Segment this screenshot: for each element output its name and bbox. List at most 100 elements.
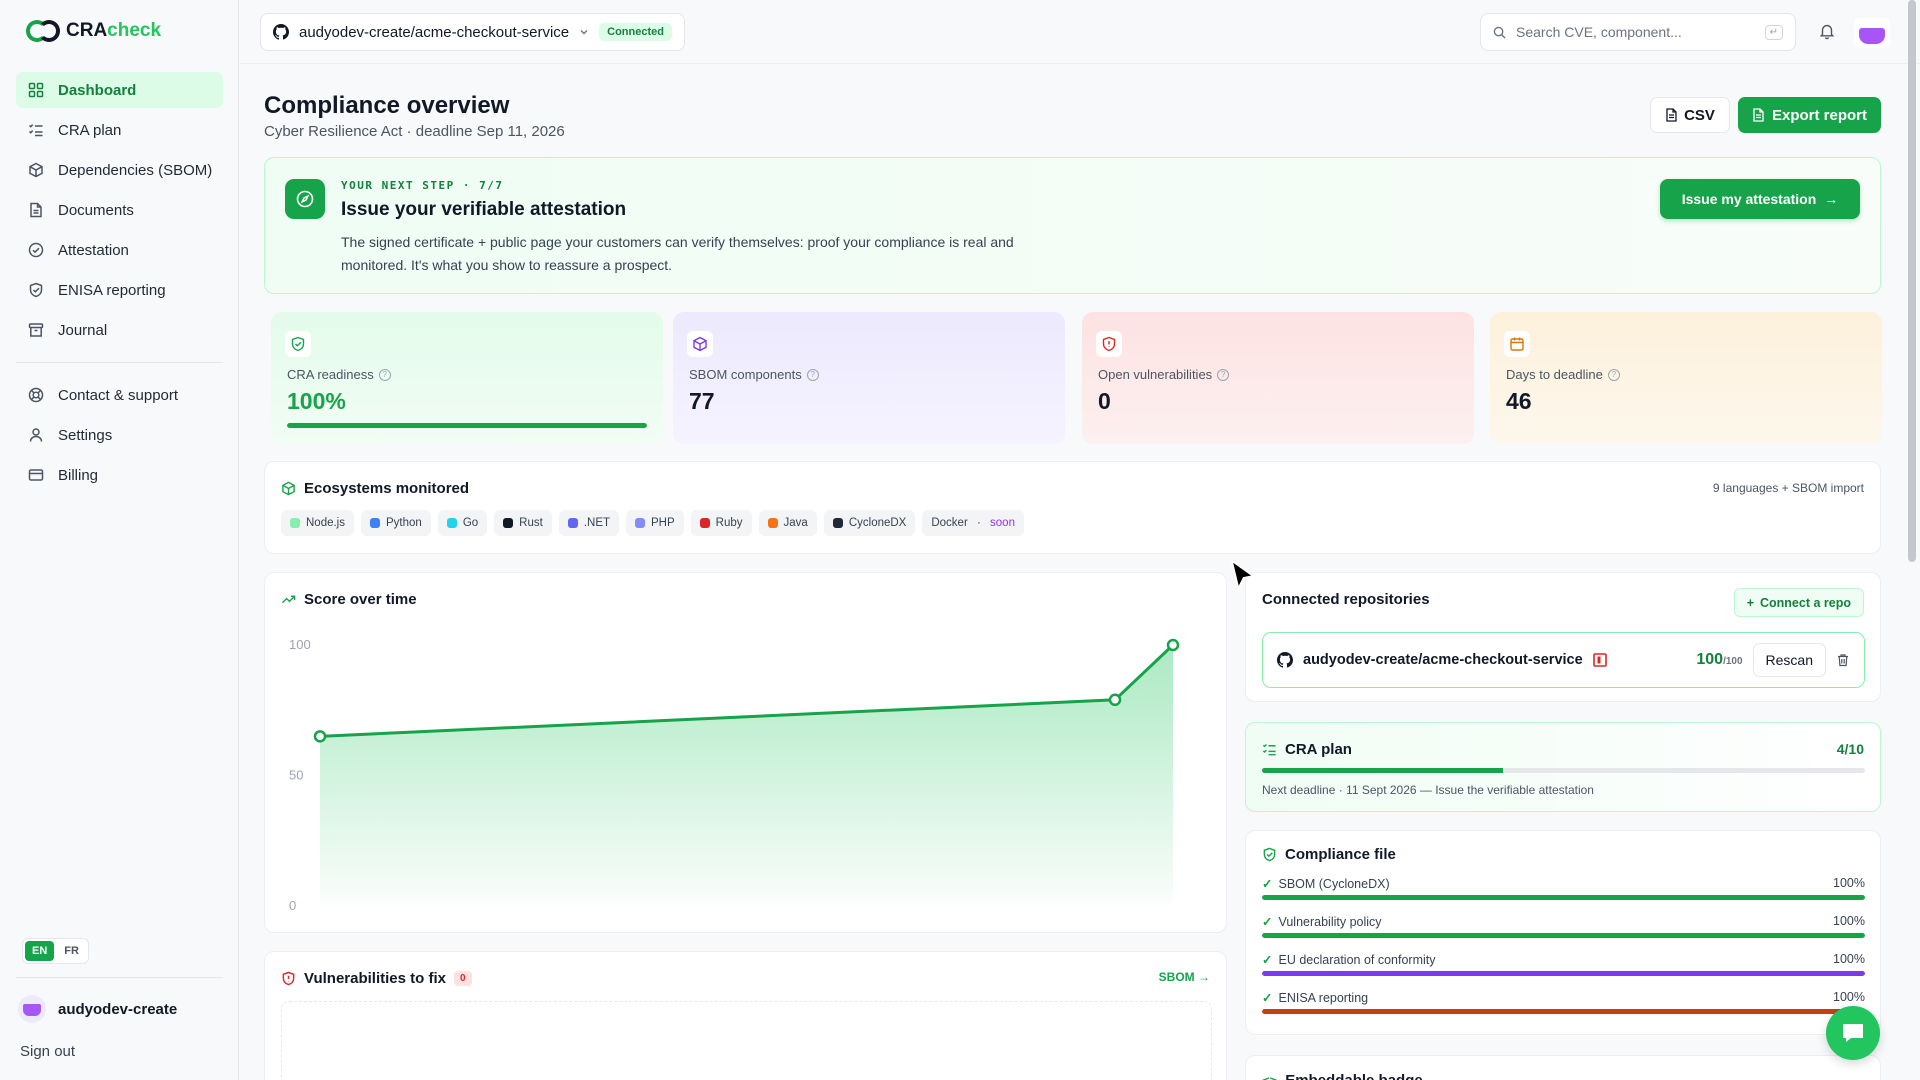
score-point[interactable] [1166,638,1180,652]
help-icon[interactable]: ? [1607,368,1620,381]
lang-en-button[interactable]: EN [25,941,55,961]
next-step-description: The signed certificate + public page you… [341,234,1014,273]
ecosystem-chip: Python [361,510,431,536]
rescan-button[interactable]: Rescan [1752,643,1826,677]
compliance-item-label: EU declaration of conformity [1278,952,1436,967]
score-point[interactable] [1108,693,1122,707]
file-icon [1753,108,1764,122]
ecosystem-logo-icon [290,518,300,528]
enter-key-icon: ↵ [1764,24,1783,40]
shield-alert-icon [282,971,295,986]
page-title: Compliance overview [264,92,510,119]
ecosystem-logo-icon [635,518,646,528]
flag-icon [1592,653,1607,667]
ecosystem-chips: Node.js Python Go Rust .NET PHP Ruby Java Cyclon… [281,510,1024,536]
connected-repositories-card: Connected repositories + Connect a repo … [1245,572,1881,702]
kpi-label: SBOM components [689,367,802,382]
next-step-title: Issue your verifiable attestation [341,199,627,220]
export-report-button[interactable]: Export report [1738,97,1881,133]
trash-icon[interactable] [1836,653,1850,667]
check-icon: ✓ [1262,953,1273,967]
page-scrollbar[interactable] [1908,0,1916,562]
ecosystem-chip-label: Rust [519,517,543,529]
sidebar: CRA check Dashboard CRA plan Dependencies… [0,0,239,1080]
sidebar-item-label: Dashboard [58,81,137,99]
cra-plan-card[interactable]: CRA plan 4/10 Next deadline · 11 Sept 20… [1245,722,1881,812]
sign-out-link[interactable]: Sign out [20,1043,75,1060]
compliance-item-label: SBOM (CycloneDX) [1278,876,1390,891]
ecosystem-logo-icon [567,518,578,528]
mouse-cursor-icon [1230,559,1255,591]
kpi-card-open-vulnerabilities: Open vulnerabilities? 0 [1082,312,1474,444]
sidebar-item-label: Attestation [58,241,129,259]
sidebar-item-contact-support[interactable]: Contact & support [16,377,223,413]
help-icon[interactable]: ? [1217,368,1230,381]
help-icon[interactable]: ? [806,368,819,381]
issue-attestation-label: Issue my attestation [1681,191,1817,207]
csv-button[interactable]: CSV [1650,97,1730,133]
ecosystem-chip: CycloneDX [823,510,916,536]
kpi-progress-bar [287,423,647,428]
user-name: audyodev-create [58,1000,178,1018]
sidebar-item-label: Settings [58,426,113,444]
kpi-card-cra-readiness: CRA readiness? 100% [271,312,663,444]
plus-icon: + [1746,595,1754,610]
sidebar-divider [16,977,223,978]
trending-up-icon [281,595,296,604]
ecosystem-logo-icon [767,518,778,528]
status-badge: Connected [599,23,672,41]
vulnerability-count-badge: 0 [453,971,472,986]
ecosystem-chip-label: Docker [931,517,968,529]
ecosystem-logo-icon [699,518,710,528]
chat-button[interactable] [1826,1006,1880,1060]
app-logo[interactable]: CRA check [26,18,161,44]
sbom-link[interactable]: SBOM → [1159,970,1210,984]
chevron-down-icon [580,30,588,35]
sidebar-item-dependencies[interactable]: Dependencies (SBOM) [16,152,223,188]
kpi-value: 100% [287,388,346,414]
sidebar-item-cra-plan[interactable]: CRA plan [16,112,223,148]
sidebar-item-billing[interactable]: Billing [16,457,223,493]
sidebar-item-attestation[interactable]: Attestation [16,232,223,268]
check-icon: ✓ [1262,877,1273,891]
avatar[interactable] [1854,18,1890,48]
repository-row[interactable]: audyodev-create/acme-checkout-service 10… [1262,632,1865,688]
ecosystem-logo-icon [503,518,514,528]
kpi-label: Days to deadline [1506,367,1603,382]
shield-check-icon [285,331,311,357]
sidebar-item-dashboard[interactable]: Dashboard [16,72,223,108]
list-check-icon [28,124,43,137]
shield-alert-icon [1096,331,1122,357]
sidebar-item-documents[interactable]: Documents [16,192,223,228]
user-profile[interactable]: audyodev-create [18,995,177,1023]
sidebar-item-settings[interactable]: Settings [16,417,223,453]
list-check-icon [1262,744,1276,756]
compliance-item-bar-fill [1262,971,1865,976]
ecosystem-chip: Java [758,510,817,536]
repository-score-value: 100 [1696,651,1724,668]
help-icon[interactable]: ? [378,368,391,381]
search-input[interactable]: Search CVE, component... [1516,24,1682,40]
compliance-item-bar [1262,895,1865,900]
archive-icon [28,323,44,337]
package-icon [282,481,295,496]
coming-soon-label: soon [990,517,1015,529]
score-point[interactable] [313,730,327,743]
sidebar-item-enisa-reporting[interactable]: ENISA reporting [16,272,223,308]
y-tick-label: 100 [289,637,311,652]
lang-fr-button[interactable]: FR [57,941,86,961]
sidebar-nav: Dashboard CRA plan Dependencies (SBOM) D… [16,72,223,497]
next-step-kicker: YOUR NEXT STEP · 7/7 [341,179,504,192]
sidebar-item-journal[interactable]: Journal [16,312,223,348]
sidebar-item-label: Journal [58,321,108,339]
search-box[interactable]: Search CVE, component... ↵ [1480,13,1796,51]
connect-repo-button[interactable]: + Connect a repo [1733,588,1864,617]
repo-selector[interactable]: audyodev-create/acme-checkout-service Co… [260,13,685,51]
bell-icon[interactable] [1818,22,1836,40]
compliance-item-percent: 100% [1833,952,1865,966]
ecosystem-chip-label: PHP [651,517,675,529]
ecosystem-chip-label: Go [462,517,479,529]
compliance-item-bar-fill [1262,895,1865,900]
logo-text-check: check [107,20,162,41]
issue-attestation-button[interactable]: Issue my attestation → [1660,179,1860,219]
